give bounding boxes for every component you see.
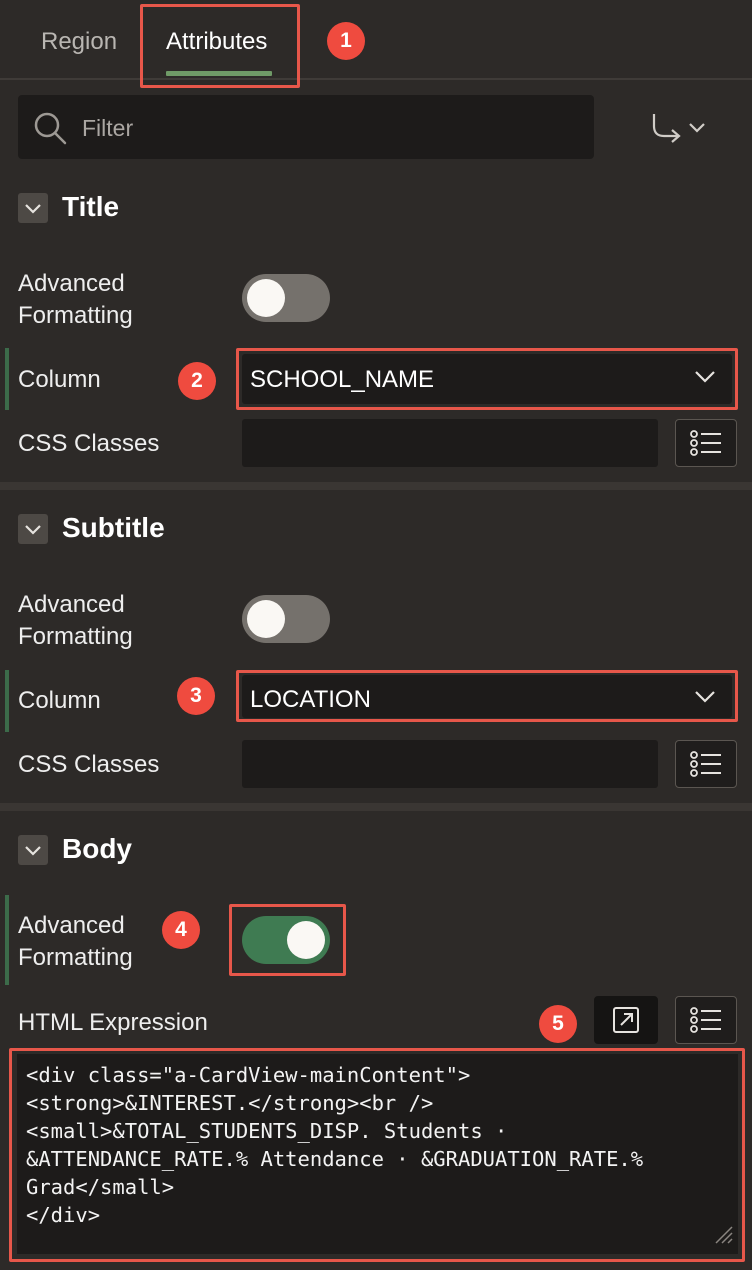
title-advanced-formatting-label: Advanced Formatting — [18, 270, 133, 329]
subtitle-css-classes-label: CSS Classes — [18, 751, 160, 778]
resize-grip-icon[interactable] — [712, 1223, 734, 1250]
subtitle-advanced-formatting-toggle[interactable] — [242, 595, 330, 643]
badge-1: 1 — [327, 22, 365, 60]
html-expression-code: <div class="a-CardView-mainContent"> <st… — [26, 1063, 644, 1227]
html-expression-list-button[interactable] — [675, 996, 737, 1044]
html-expression-textarea[interactable]: <div class="a-CardView-mainContent"> <st… — [17, 1054, 738, 1254]
subtitle-column-label: Column — [18, 687, 101, 714]
collapse-subtitle-button[interactable] — [18, 514, 48, 544]
section-body-heading: Body — [62, 833, 132, 864]
badge-2: 2 — [178, 362, 216, 400]
badge-4: 4 — [162, 911, 200, 949]
subtitle-column-value: LOCATION — [250, 686, 371, 713]
body-html-expression-label: HTML Expression — [18, 1009, 208, 1036]
section-subtitle-heading: Subtitle — [62, 512, 165, 543]
body-advanced-formatting-label: Advanced Formatting — [18, 912, 133, 971]
filter-placeholder: Filter — [82, 115, 134, 141]
title-css-classes-label: CSS Classes — [18, 430, 160, 457]
section-divider — [0, 803, 752, 811]
subtitle-advanced-formatting-label: Advanced Formatting — [18, 591, 133, 650]
expand-editor-button[interactable] — [594, 996, 658, 1044]
body-advanced-formatting-toggle[interactable] — [242, 916, 330, 964]
required-indicator — [5, 670, 9, 732]
subtitle-css-classes-input[interactable] — [242, 740, 658, 788]
title-column-label: Column — [18, 366, 101, 393]
collapse-title-button[interactable] — [18, 193, 48, 223]
list-icon — [690, 430, 721, 456]
chevron-down-icon — [25, 525, 41, 535]
section-divider — [0, 482, 752, 490]
highlight-tab-attributes — [140, 4, 300, 88]
list-icon — [690, 751, 721, 777]
list-icon — [690, 1007, 721, 1033]
required-indicator — [5, 895, 9, 985]
search-icon — [32, 110, 68, 151]
chevron-down-icon — [694, 690, 716, 709]
title-css-classes-list-button[interactable] — [675, 419, 737, 467]
badge-3: 3 — [177, 677, 215, 715]
title-column-value: SCHOOL_NAME — [250, 366, 435, 393]
title-advanced-formatting-toggle[interactable] — [242, 274, 330, 322]
collapse-body-button[interactable] — [18, 835, 48, 865]
required-indicator — [5, 348, 9, 410]
badge-5: 5 — [539, 1005, 577, 1043]
expand-editor-icon — [613, 1007, 639, 1033]
chevron-down-icon — [25, 846, 41, 856]
go-to-arrow-icon[interactable] — [648, 110, 710, 149]
title-css-classes-input[interactable] — [242, 419, 658, 467]
tab-region[interactable]: Region — [41, 28, 117, 56]
chevron-down-icon — [25, 204, 41, 214]
subtitle-css-classes-list-button[interactable] — [675, 740, 737, 788]
section-title-heading: Title — [62, 191, 120, 222]
chevron-down-icon — [694, 370, 716, 389]
